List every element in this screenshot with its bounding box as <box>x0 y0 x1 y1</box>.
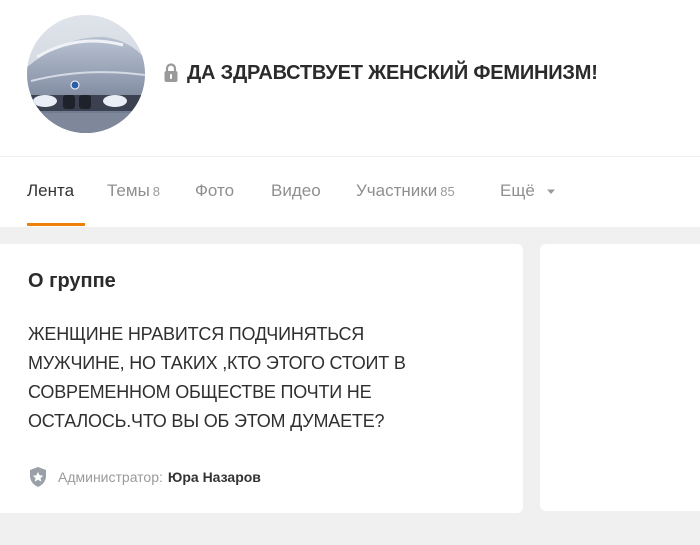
group-title-row: ДА ЗДРАВСТВУЕТ ЖЕНСКИЙ ФЕМИНИЗМ! <box>163 60 598 86</box>
shield-icon <box>30 467 46 487</box>
tab-label: Лента <box>27 181 75 200</box>
group-header: ДА ЗДРАВСТВУЕТ ЖЕНСКИЙ ФЕМИНИЗМ! <box>0 0 700 156</box>
admin-name-link[interactable]: Юра Назаров <box>168 469 261 485</box>
tab-topics[interactable]: Темы 8 <box>107 181 160 227</box>
side-card <box>540 244 700 511</box>
tab-label: Темы <box>107 181 150 200</box>
admin-label: Администратор: <box>58 469 163 485</box>
car-photo-icon <box>27 15 145 133</box>
group-avatar[interactable] <box>27 15 145 133</box>
about-heading: О группе <box>28 270 116 292</box>
tab-feed[interactable]: Лента <box>27 181 74 227</box>
about-line: МУЖЧИНЕ, НО ТАКИХ ,КТО ЭТОГО СТОИТ В <box>28 353 406 373</box>
lock-icon <box>164 63 178 82</box>
tab-label: Фото <box>195 181 235 200</box>
admin-row: Администратор: Юра Назаров <box>28 466 261 488</box>
tab-photos[interactable]: Фото <box>195 181 234 227</box>
chevron-down-icon <box>546 189 555 194</box>
tab-label: Ещё <box>500 181 535 200</box>
tab-count: 8 <box>152 184 161 199</box>
tab-label: Участники <box>356 181 438 200</box>
tab-members[interactable]: Участники 85 <box>356 181 455 227</box>
tab-count: 85 <box>440 184 455 199</box>
tab-more[interactable]: Ещё <box>500 181 556 227</box>
group-title: ДА ЗДРАВСТВУЕТ ЖЕНСКИЙ ФЕМИНИЗМ! <box>187 61 598 84</box>
about-line: ЖЕНЩИНЕ НРАВИТСЯ ПОДЧИНЯТЬСЯ <box>28 324 365 344</box>
about-description: ЖЕНЩИНЕ НРАВИТСЯ ПОДЧИНЯТЬСЯ МУЖЧИНЕ, НО… <box>28 320 498 436</box>
active-tab-indicator <box>27 223 85 226</box>
group-tabs: Лента Темы 8 Фото Видео Участники 85 Ещё <box>0 157 700 227</box>
tab-videos[interactable]: Видео <box>271 181 321 227</box>
about-line: СОВРЕМЕННОМ ОБЩЕСТВЕ ПОЧТИ НЕ <box>28 382 372 402</box>
tab-label: Видео <box>271 181 321 200</box>
group-page: ДА ЗДРАВСТВУЕТ ЖЕНСКИЙ ФЕМИНИЗМ! Лента Т… <box>0 0 700 545</box>
about-line: ОСТАЛОСЬ.ЧТО ВЫ ОБ ЭТОМ ДУМАЕТЕ? <box>28 411 385 431</box>
